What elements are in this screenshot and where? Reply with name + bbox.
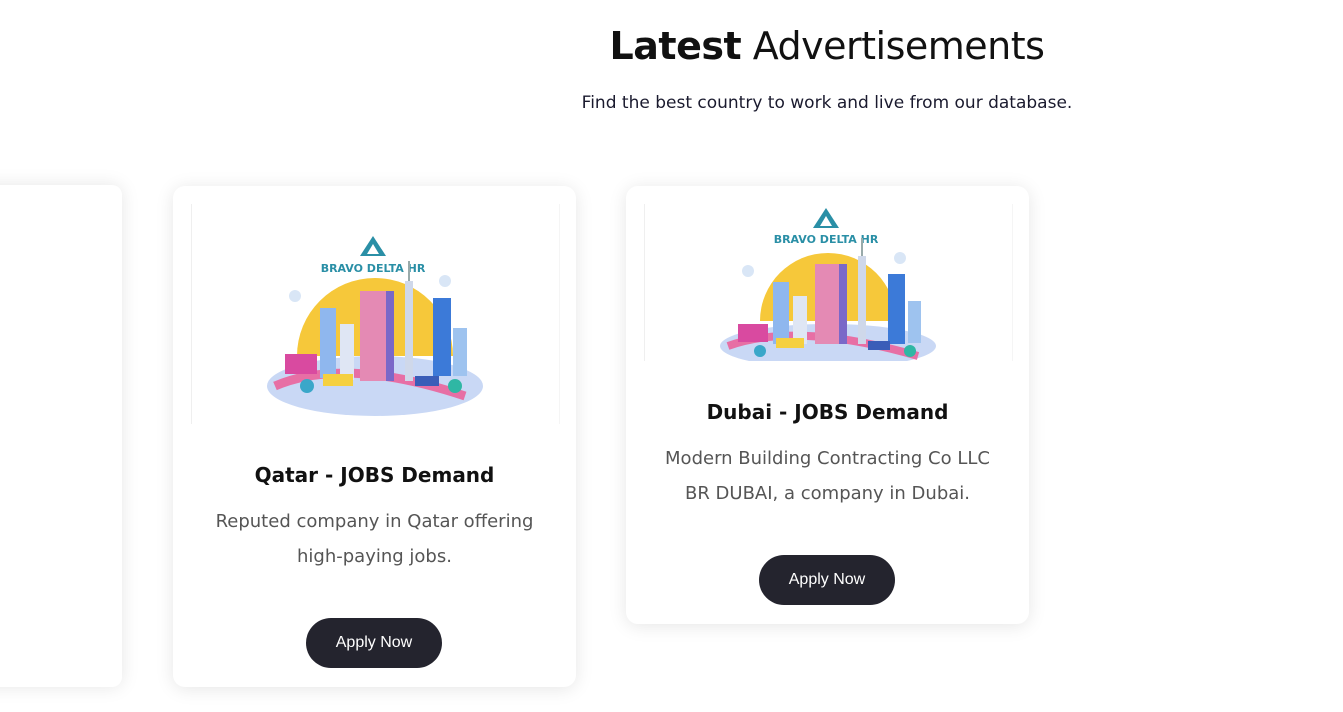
- section-title-bold: Latest: [609, 24, 742, 68]
- apply-now-button[interactable]: Apply Now: [759, 555, 895, 605]
- ad-description: Reputed company in Qatar offering high-p…: [215, 511, 534, 567]
- section-title-rest: Advertisements: [741, 24, 1045, 68]
- ad-description: Modern Building Contracting Co LLC BR DU…: [665, 448, 990, 504]
- ad-card-qatar: BRAVO DELTA HR Qatar - JOBS Demand Reput…: [173, 186, 576, 687]
- logo-text: BRAVO DELTA HR: [321, 262, 426, 275]
- apply-now-button[interactable]: Apply Now: [306, 618, 442, 668]
- ad-image: BRAVO DELTA HR: [644, 204, 1013, 361]
- section-title: Latest Advertisements: [560, 24, 1094, 68]
- logo-text: BRAVO DELTA HR: [774, 233, 879, 246]
- ad-image: BRAVO DELTA HR: [191, 204, 560, 424]
- section-subtitle: Find the best country to work and live f…: [581, 93, 1073, 113]
- ad-card-dubai: BRAVO DELTA HR Dubai - JOBS Demand Moder…: [626, 186, 1029, 624]
- ad-title: Dubai - JOBS Demand: [706, 400, 949, 424]
- previous-card-partial: [0, 185, 122, 687]
- ad-title: Qatar - JOBS Demand: [254, 463, 495, 487]
